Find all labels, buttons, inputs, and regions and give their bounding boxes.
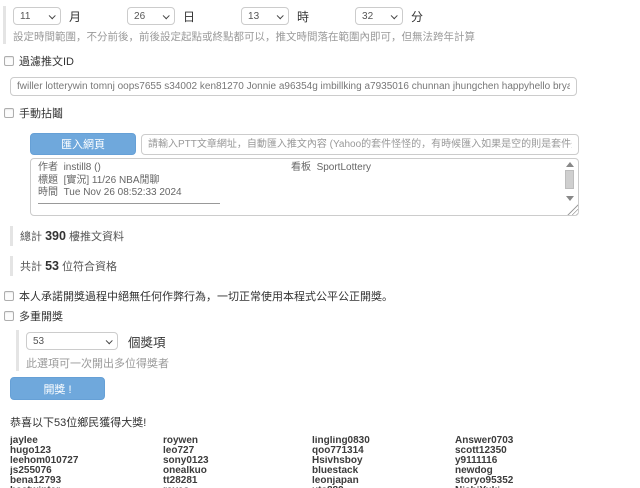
minute-label: 分 xyxy=(411,8,423,25)
scroll-down-icon[interactable] xyxy=(566,196,574,201)
winner-name: Hsivhsboy xyxy=(312,456,455,466)
chevron-down-icon xyxy=(391,12,398,19)
qualified-stat: 共計 53 位符合資格 xyxy=(10,256,632,276)
chevron-down-icon xyxy=(163,12,170,19)
day-label: 日 xyxy=(183,8,195,25)
multi-draw-checkbox[interactable] xyxy=(4,311,14,321)
time-selects-row: 11 月 26 日 13 時 32 分 xyxy=(13,6,632,26)
winner-name: jaylee xyxy=(10,436,163,446)
filter-id-label: 過濾推文ID xyxy=(19,53,74,69)
winner-name: tt28281 xyxy=(163,476,312,486)
winner-name: sony0123 xyxy=(163,456,312,466)
time-filter-section: 11 月 26 日 13 時 32 分 設定時間範圍，不分前後，前後設定起點或終… xyxy=(3,6,632,44)
time-filter-note: 設定時間範圍，不分前後，前後設定起點或終點都可以，推文時間落在範圍內即可，但無法… xyxy=(13,31,632,44)
winner-name: y9111116 xyxy=(455,456,632,466)
winner-name: newdog xyxy=(455,466,632,476)
winner-name: qoo771314 xyxy=(312,446,455,456)
scrollbar-thumb[interactable] xyxy=(565,170,574,189)
filter-id-checkbox[interactable] xyxy=(4,56,14,66)
winner-name: Answer0703 xyxy=(455,436,632,446)
winner-name: bena12793 xyxy=(10,476,163,486)
winner-name: storyo95352 xyxy=(455,476,632,486)
hour-select[interactable]: 13 xyxy=(241,7,289,25)
minute-select-value: 32 xyxy=(362,11,373,22)
pledge-label: 本人承諾開獎過程中絕無任何作弊行為，一切正常使用本程式公平公正開獎。 xyxy=(19,288,393,304)
scroll-up-icon[interactable] xyxy=(566,162,574,167)
prize-count-select[interactable]: 53 xyxy=(26,332,118,350)
winner-name: roywen xyxy=(163,436,312,446)
pledge-checkbox[interactable] xyxy=(4,291,14,301)
article-separator-line xyxy=(38,203,220,204)
multi-draw-label: 多重開獎 xyxy=(19,308,63,324)
chevron-down-icon xyxy=(49,12,56,19)
import-webpage-button[interactable]: 匯入網頁 xyxy=(30,133,136,155)
article-board: 看板 SportLottery xyxy=(291,162,371,175)
manual-draw-label: 手動拈鬮 xyxy=(19,105,63,121)
month-label: 月 xyxy=(69,8,81,25)
multi-draw-note: 此選項可一次開出多位得獎者 xyxy=(26,358,632,371)
article-title: 標題 [實況] 11/26 NBA閒聊 xyxy=(38,175,560,188)
winner-name: lingling0830 xyxy=(312,436,455,446)
prize-count-value: 53 xyxy=(33,336,44,347)
qualified-count: 53 xyxy=(45,259,59,273)
total-pushes-stat: 總計 390 樓推文資料 xyxy=(10,226,632,246)
prize-unit-label: 個獎項 xyxy=(128,332,166,351)
winners-grid: jayleeroywenlingling0830Answer0703 hugo12… xyxy=(10,436,632,488)
winner-name: scott12350 xyxy=(455,446,632,456)
pledge-row: 本人承諾開獎過程中絕無任何作弊行為，一切正常使用本程式公平公正開獎。 xyxy=(4,288,632,304)
day-select-value: 26 xyxy=(134,11,145,22)
day-select[interactable]: 26 xyxy=(127,7,175,25)
winner-name: leehom010727 xyxy=(10,456,163,466)
winner-name: leo727 xyxy=(163,446,312,456)
article-time: 時間 Tue Nov 26 08:52:33 2024 xyxy=(38,187,560,200)
hour-label: 時 xyxy=(297,8,309,25)
minute-select[interactable]: 32 xyxy=(355,7,403,25)
multi-draw-row: 多重開獎 xyxy=(4,308,632,324)
month-select[interactable]: 11 xyxy=(13,7,61,25)
import-row: 匯入網頁 xyxy=(30,133,579,155)
winner-name: bluestack xyxy=(312,466,455,476)
ptt-lottery-tool-page: 11 月 26 日 13 時 32 分 設定時間範圍，不分前後，前後設定起點或終… xyxy=(0,0,640,488)
result-headline: 恭喜以下53位鄉民獲得大獎! xyxy=(10,414,632,430)
article-author: 作者 instill8 () xyxy=(38,162,291,175)
chevron-down-icon xyxy=(106,337,113,344)
manual-draw-row: 手動拈鬮 xyxy=(4,105,632,121)
chevron-down-icon xyxy=(277,12,284,19)
filter-id-input[interactable] xyxy=(10,77,577,96)
month-select-value: 11 xyxy=(20,11,30,22)
article-content-textarea[interactable]: 作者 instill8 () 看板 SportLottery 標題 [實況] 1… xyxy=(30,158,579,216)
winner-name: onealkuo xyxy=(163,466,312,476)
total-pushes-count: 390 xyxy=(45,229,66,243)
hour-select-value: 13 xyxy=(248,11,259,22)
article-url-input[interactable] xyxy=(141,134,579,155)
filter-id-row: 過濾推文ID xyxy=(4,53,632,69)
winner-name: hugo123 xyxy=(10,446,163,456)
draw-button[interactable]: 開獎 ! xyxy=(10,377,105,400)
textarea-scrollbar[interactable] xyxy=(565,161,576,213)
winner-name: js255076 xyxy=(10,466,163,476)
multi-draw-options: 53 個獎項 此選項可一次開出多位得獎者 xyxy=(16,330,632,371)
winner-name: leonjapan xyxy=(312,476,455,486)
article-header-line: 作者 instill8 () 看板 SportLottery xyxy=(38,162,560,175)
manual-draw-checkbox[interactable] xyxy=(4,108,14,118)
